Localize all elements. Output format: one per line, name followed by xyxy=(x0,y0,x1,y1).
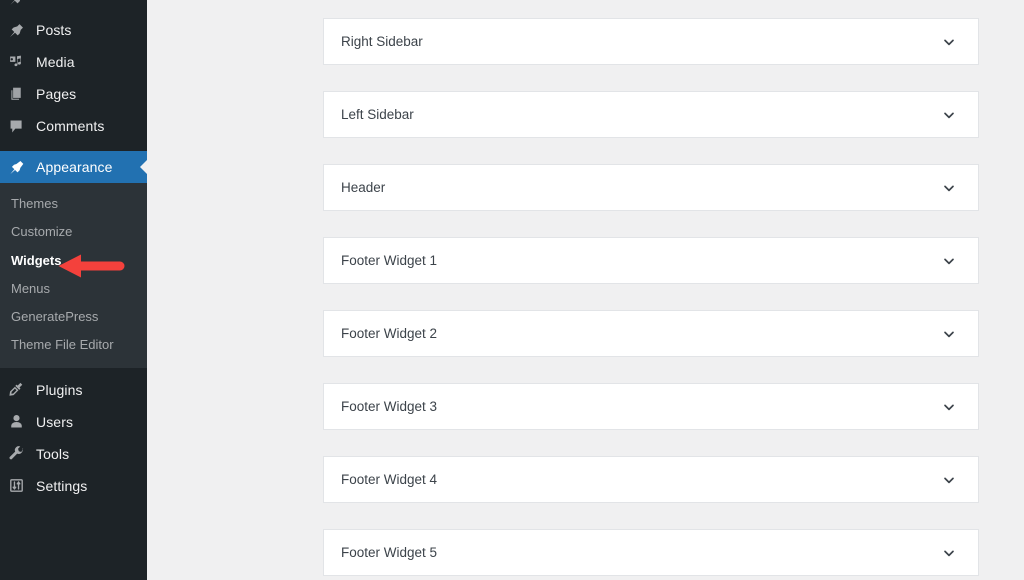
widget-area-title: Left Sidebar xyxy=(341,106,414,122)
widgets-page-content: Right Sidebar Left Sidebar Header Footer… xyxy=(147,0,1024,580)
widget-area-title: Footer Widget 5 xyxy=(341,544,438,560)
sidebar-item-posts[interactable]: Posts xyxy=(0,14,147,46)
plug-icon xyxy=(8,381,34,398)
sidebar-item-plugins[interactable]: Plugins xyxy=(0,374,147,406)
sidebar-item-partial-top[interactable] xyxy=(0,0,147,14)
chevron-down-icon[interactable] xyxy=(940,325,958,343)
sidebar-item-comments[interactable]: Comments xyxy=(0,110,147,142)
sidebar-item-label: Plugins xyxy=(36,381,83,398)
chevron-down-icon[interactable] xyxy=(940,544,958,562)
sidebar-item-tools[interactable]: Tools xyxy=(0,438,147,470)
submenu-item-themes[interactable]: Themes xyxy=(0,190,147,218)
sidebar-item-partial-row[interactable] xyxy=(0,0,147,14)
widget-area-title: Footer Widget 3 xyxy=(341,398,438,414)
admin-screen: Posts Media Pages Comments Appearance Th… xyxy=(0,0,1024,580)
chevron-down-icon[interactable] xyxy=(940,179,958,197)
active-menu-pointer-icon xyxy=(140,159,147,175)
menu-separator xyxy=(0,142,147,151)
pushpin-icon xyxy=(8,0,34,7)
widget-area-header[interactable]: Header xyxy=(323,164,979,211)
chevron-down-icon[interactable] xyxy=(940,471,958,489)
chevron-down-icon[interactable] xyxy=(940,106,958,124)
wrench-icon xyxy=(8,445,34,462)
sidebar-item-settings[interactable]: Settings xyxy=(0,470,147,502)
sidebar-item-label: Users xyxy=(36,413,74,430)
widget-area-footer-widget-5[interactable]: Footer Widget 5 xyxy=(323,529,979,576)
widget-area-footer-widget-3[interactable]: Footer Widget 3 xyxy=(323,383,979,430)
brush-icon xyxy=(8,159,34,176)
chevron-down-icon[interactable] xyxy=(940,252,958,270)
submenu-item-menus[interactable]: Menus xyxy=(0,275,147,303)
admin-sidebar: Posts Media Pages Comments Appearance Th… xyxy=(0,0,147,580)
widget-area-footer-widget-4[interactable]: Footer Widget 4 xyxy=(323,456,979,503)
widget-area-footer-widget-2[interactable]: Footer Widget 2 xyxy=(323,310,979,357)
sidebar-item-media[interactable]: Media xyxy=(0,46,147,78)
widget-area-right-sidebar[interactable]: Right Sidebar xyxy=(323,18,979,65)
sidebar-item-users[interactable]: Users xyxy=(0,406,147,438)
widget-area-title: Footer Widget 1 xyxy=(341,252,438,268)
sidebar-item-pages[interactable]: Pages xyxy=(0,78,147,110)
widget-area-title: Footer Widget 4 xyxy=(341,471,438,487)
submenu-item-customize[interactable]: Customize xyxy=(0,218,147,246)
sidebar-item-label: Tools xyxy=(36,445,70,462)
widget-area-left-sidebar[interactable]: Left Sidebar xyxy=(323,91,979,138)
media-icon xyxy=(8,54,34,71)
widget-area-title: Footer Widget 2 xyxy=(341,325,438,341)
sidebar-item-label: Appearance xyxy=(36,159,113,175)
sidebar-item-label: Pages xyxy=(36,86,77,102)
sidebar-item-appearance[interactable]: Appearance xyxy=(0,151,147,183)
widget-area-title: Right Sidebar xyxy=(341,33,423,49)
sidebar-item-label: Media xyxy=(36,54,75,70)
user-icon xyxy=(8,413,34,430)
pushpin-icon xyxy=(8,22,34,39)
submenu-item-theme-file-editor[interactable]: Theme File Editor xyxy=(0,331,147,359)
comment-icon xyxy=(8,118,34,135)
pages-icon xyxy=(8,86,34,103)
chevron-down-icon[interactable] xyxy=(940,33,958,51)
settings-icon xyxy=(8,477,34,494)
sidebar-item-label: Settings xyxy=(36,477,88,494)
submenu-item-generatepress[interactable]: GeneratePress xyxy=(0,303,147,331)
widget-area-title: Header xyxy=(341,179,386,195)
widget-areas-list: Right Sidebar Left Sidebar Header Footer… xyxy=(323,18,979,580)
sidebar-item-label: Posts xyxy=(36,22,72,38)
submenu-item-widgets[interactable]: Widgets xyxy=(0,247,147,275)
widget-area-footer-widget-1[interactable]: Footer Widget 1 xyxy=(323,237,979,284)
chevron-down-icon[interactable] xyxy=(940,398,958,416)
appearance-submenu: Themes Customize Widgets Menus GenerateP… xyxy=(0,183,147,368)
sidebar-item-label: Comments xyxy=(36,118,105,134)
